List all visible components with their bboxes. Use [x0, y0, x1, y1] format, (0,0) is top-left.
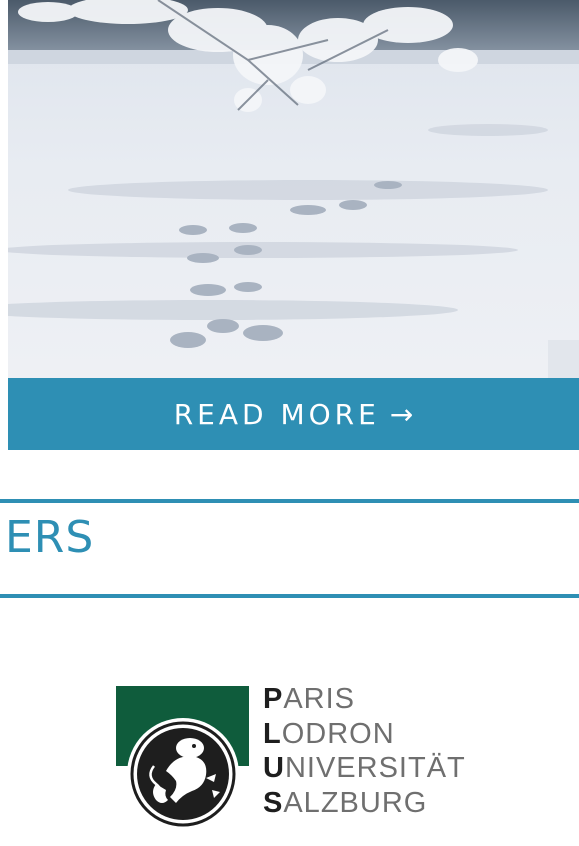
- article-image[interactable]: [8, 0, 579, 378]
- logo-wordmark: PARIS LODRON UNIVERSITÄT SALZBURG: [263, 682, 466, 820]
- logo-line-3: UNIVERSITÄT: [263, 752, 466, 784]
- snow-tracks-illustration: [8, 0, 579, 378]
- logo-line-4: SALZBURG: [263, 786, 428, 819]
- section-divider-top: [0, 499, 579, 503]
- university-seal-icon: [116, 686, 249, 830]
- arrow-right-icon: →: [389, 397, 414, 431]
- section-title: ERS: [5, 512, 95, 563]
- section-divider-bottom: [0, 594, 579, 598]
- partner-logo-plus[interactable]: PARIS LODRON UNIVERSITÄT SALZBURG: [116, 683, 496, 831]
- read-more-label: READ MORE: [173, 397, 380, 431]
- read-more-button[interactable]: READ MORE →: [8, 378, 579, 450]
- logo-line-2: LODRON: [263, 717, 395, 750]
- logo-line-1: PARIS: [263, 683, 356, 715]
